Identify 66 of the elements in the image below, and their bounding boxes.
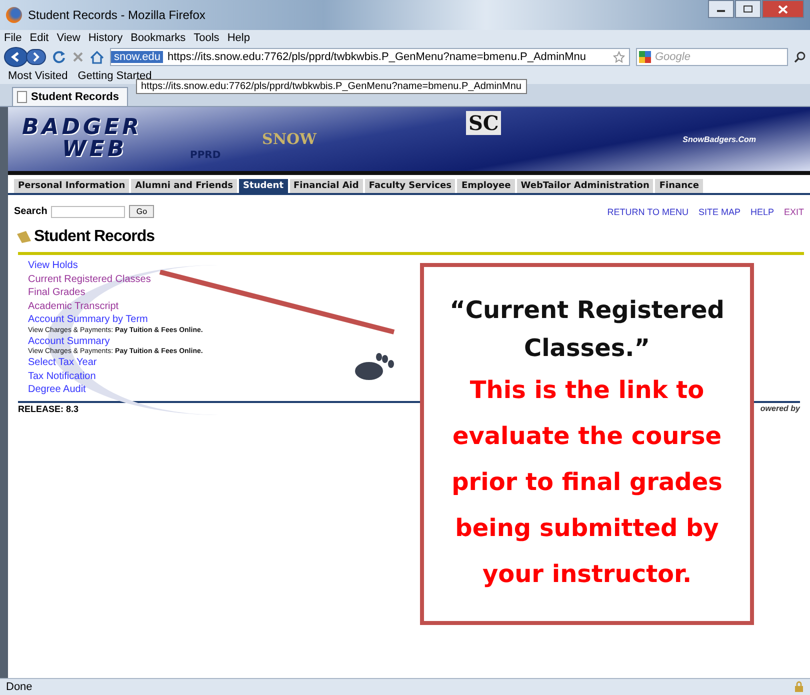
menu-item[interactable]: Tools [194, 32, 220, 44]
powered-by-label: owered by [760, 404, 800, 414]
header-link[interactable]: HELP [750, 206, 774, 216]
search-icon[interactable] [794, 51, 806, 63]
forward-button[interactable] [26, 49, 46, 65]
page-title: Student Records [34, 228, 155, 246]
header-link[interactable]: SITE MAP [698, 206, 740, 216]
window-title: Student Records - Mozilla Firefox [28, 8, 206, 22]
minimize-button[interactable] [708, 0, 734, 18]
url-tooltip: https://its.snow.edu:7762/pls/pprd/twbkwbis.P_GenMenu?name=bmenu.P_AdminMnu [136, 79, 526, 94]
close-icon [778, 4, 788, 14]
reload-icon[interactable] [52, 50, 66, 64]
menu-link[interactable]: Select Tax Year [28, 356, 97, 370]
nav-tab[interactable]: Employee [457, 179, 515, 193]
menu-item[interactable]: Edit [30, 32, 49, 44]
logo-text: BADGER [22, 117, 142, 139]
header-link[interactable]: RETURN TO MENU [607, 206, 688, 216]
header-link[interactable]: EXIT [784, 206, 804, 216]
callout-heading: “Current Registered Classes.” [448, 295, 726, 364]
scroll-icon [16, 230, 32, 244]
menu-item[interactable]: View [56, 32, 80, 44]
snow-logo: SNOW [262, 130, 316, 148]
page-icon [17, 91, 27, 103]
menu-link[interactable]: Academic Transcript [28, 300, 119, 313]
bookmark-item[interactable]: Most Visited [8, 70, 68, 82]
firefox-icon [6, 7, 22, 23]
menu-link[interactable]: Account Summary by Term [28, 313, 148, 326]
nav-tab[interactable]: Finance [655, 179, 703, 193]
nav-tab[interactable]: Personal Information [14, 179, 130, 193]
status-text: Done [6, 681, 32, 693]
menu-link[interactable]: View Holds [28, 259, 78, 272]
home-icon[interactable] [90, 50, 104, 64]
menu-item[interactable]: Help [227, 32, 250, 44]
menu-item[interactable]: File [4, 32, 22, 44]
logo-text: WEB [62, 139, 128, 161]
search-label: Search [14, 206, 48, 217]
paw-icon [353, 351, 397, 381]
nav-tab[interactable]: Alumni and Friends [131, 179, 238, 193]
nav-tab[interactable]: Financial Aid [290, 179, 363, 193]
lock-icon [794, 681, 804, 693]
callout-text: This is the link to evaluate the course prior to final grades being submitted by your instructor. [450, 375, 724, 590]
close-button[interactable] [762, 0, 804, 18]
star-icon[interactable] [613, 51, 625, 63]
maximize-icon [743, 5, 753, 13]
menu-item[interactable]: Bookmarks [130, 32, 186, 44]
nav-tab[interactable]: Student [239, 179, 288, 193]
google-icon [639, 51, 651, 63]
menu-link[interactable]: Final Grades [28, 286, 86, 300]
menu-link[interactable]: Current Registered Classes [28, 272, 151, 286]
college-monogram: SC [466, 111, 501, 135]
go-button[interactable]: Go [129, 205, 154, 218]
browser-tab[interactable]: Student Records [12, 87, 128, 106]
menu-link[interactable]: Account Summary [28, 334, 110, 348]
address-bar[interactable]: snow.edu https://its.snow.edu:7762/pls/pprd/twbkwbis.P_GenMenu?name=bmenu.P_AdminMnu [110, 48, 630, 66]
back-button[interactable] [4, 47, 28, 67]
menu-link[interactable]: Tax Notification [28, 370, 96, 383]
release-label: RELEASE: 8.3 [18, 404, 79, 414]
nav-tab[interactable]: Faculty Services [364, 179, 456, 193]
website-logo: SnowBadgers.Com [682, 134, 756, 144]
menu-item[interactable]: History [88, 32, 123, 44]
bookmark-item[interactable]: Getting Started [78, 70, 152, 82]
nav-tab[interactable]: WebTailor Administration [516, 179, 654, 193]
menu-link[interactable]: Degree Audit [28, 383, 86, 396]
search-input[interactable] [51, 206, 126, 218]
maximize-button[interactable] [735, 0, 761, 18]
logo-subtext: PPRD [190, 151, 221, 161]
